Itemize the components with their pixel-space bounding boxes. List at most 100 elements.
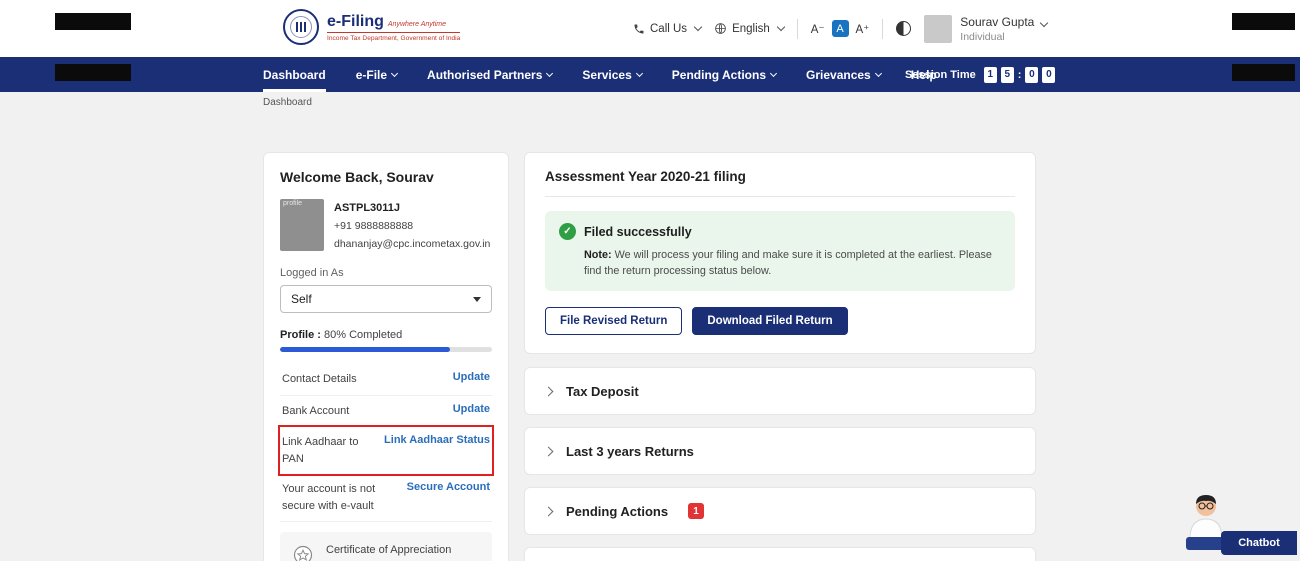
row-label: Bank Account bbox=[282, 403, 349, 420]
accordion-pending-actions[interactable]: Pending Actions 1 bbox=[524, 487, 1036, 535]
chatbot-button[interactable]: Chatbot bbox=[1221, 531, 1297, 555]
chevron-right-icon bbox=[544, 506, 554, 516]
row-label: Link Aadhaar to PAN bbox=[282, 434, 376, 467]
success-check-icon bbox=[559, 223, 576, 240]
filed-success-banner: Filed successfully Note: We will process… bbox=[545, 211, 1015, 291]
efiling-logo[interactable]: e-Filing Anywhere Anytime Income Tax Dep… bbox=[283, 9, 460, 45]
nav-dashboard[interactable]: Dashboard bbox=[263, 57, 326, 92]
logged-in-as-label: Logged in As bbox=[280, 267, 492, 279]
main-navigation: Dashboard e-File Authorised Partners Ser… bbox=[0, 57, 1300, 92]
chevron-down-icon bbox=[636, 69, 643, 76]
user-name: Sourav Gupta bbox=[960, 15, 1046, 29]
session-timer: Session Time 1 5 : 0 0 bbox=[905, 57, 1055, 92]
header-actions: Call Us English A⁻ A A⁺ Sourav Gupta bbox=[633, 0, 1047, 57]
profile-summary: profile ASTPL3011J +91 9888888888 dhanan… bbox=[280, 199, 492, 253]
file-revised-return-button[interactable]: File Revised Return bbox=[545, 307, 682, 335]
breadcrumb[interactable]: Dashboard bbox=[263, 97, 312, 108]
font-decrease-button[interactable]: A⁻ bbox=[811, 22, 825, 36]
logo-dept-line: Income Tax Department, Government of Ind… bbox=[327, 32, 460, 42]
caret-down-icon bbox=[473, 297, 481, 302]
chevron-down-icon bbox=[546, 69, 553, 76]
download-filed-return-button[interactable]: Download Filed Return bbox=[692, 307, 847, 335]
secure-account-link[interactable]: Secure Account bbox=[407, 481, 490, 493]
efiling-dashboard-page: e-Filing Anywhere Anytime Income Tax Dep… bbox=[0, 0, 1300, 561]
selected-role: Self bbox=[291, 292, 312, 306]
session-digit: 0 bbox=[1025, 67, 1038, 83]
contrast-toggle-icon[interactable] bbox=[896, 21, 911, 36]
logo-tagline: Anywhere Anytime bbox=[388, 21, 446, 28]
row-label: Contact Details bbox=[282, 371, 357, 388]
certificate-title: Certificate of Appreciation bbox=[326, 542, 451, 559]
phone-icon bbox=[633, 23, 645, 35]
filing-card-title: Assessment Year 2020-21 filing bbox=[545, 169, 1015, 197]
profile-progress-bar bbox=[280, 347, 492, 352]
filing-note: Note: We will process your filing and ma… bbox=[559, 247, 1001, 279]
chevron-down-icon bbox=[770, 69, 777, 76]
chatbot-widget: Chatbot bbox=[1177, 489, 1297, 555]
contact-details-row: Contact Details Update bbox=[280, 364, 492, 396]
top-header: e-Filing Anywhere Anytime Income Tax Dep… bbox=[0, 0, 1300, 57]
row-label: Your account is not secure with e-vault bbox=[282, 481, 397, 514]
session-digit: 1 bbox=[984, 67, 997, 83]
award-rosette-icon bbox=[290, 544, 316, 561]
certificate-section: Certificate of Appreciation View Certifi… bbox=[280, 532, 492, 561]
divider bbox=[797, 19, 798, 39]
session-digit: 0 bbox=[1042, 67, 1055, 83]
redacted-bar-top-right bbox=[1232, 13, 1295, 30]
redacted-bar-nav-left bbox=[55, 64, 131, 81]
evault-row: Your account is not secure with e-vault … bbox=[280, 474, 492, 522]
user-avatar bbox=[924, 15, 952, 43]
font-size-controls: A⁻ A A⁺ bbox=[811, 20, 870, 37]
chevron-down-icon bbox=[391, 69, 398, 76]
nav-authorised-partners[interactable]: Authorised Partners bbox=[427, 57, 552, 92]
globe-icon bbox=[714, 22, 727, 35]
nav-services[interactable]: Services bbox=[582, 57, 641, 92]
profile-completion-label: Profile : 80% Completed bbox=[280, 329, 492, 341]
link-aadhaar-row: Link Aadhaar to PAN Link Aadhaar Status bbox=[280, 427, 492, 474]
redacted-bar-nav-right bbox=[1232, 64, 1295, 81]
chevron-down-icon bbox=[1039, 18, 1047, 26]
chevron-right-icon bbox=[544, 446, 554, 456]
chevron-down-icon bbox=[875, 69, 882, 76]
filed-status-title: Filed successfully bbox=[584, 225, 692, 239]
income-tax-emblem-icon bbox=[283, 9, 319, 45]
font-normal-button[interactable]: A bbox=[832, 20, 849, 37]
user-role: Individual bbox=[960, 31, 1046, 43]
session-digit: 5 bbox=[1001, 67, 1014, 83]
logo-brand: e-Filing bbox=[327, 13, 384, 31]
pending-actions-count-badge: 1 bbox=[688, 503, 704, 519]
email-address: dhananjay@cpc.incometax.gov.in bbox=[334, 236, 490, 254]
pan-number: ASTPL3011J bbox=[334, 199, 490, 218]
nav-pending-actions[interactable]: Pending Actions bbox=[672, 57, 776, 92]
redacted-bar-top-left bbox=[55, 13, 131, 30]
update-bank-link[interactable]: Update bbox=[453, 403, 490, 415]
update-contact-link[interactable]: Update bbox=[453, 371, 490, 383]
phone-number: +91 9888888888 bbox=[334, 218, 490, 236]
call-us-menu[interactable]: Call Us bbox=[633, 23, 701, 35]
language-menu[interactable]: English bbox=[714, 22, 784, 35]
link-aadhaar-status-link[interactable]: Link Aadhaar Status bbox=[384, 434, 490, 446]
link-aadhaar-highlight-annotation: Link Aadhaar to PAN Link Aadhaar Status bbox=[280, 427, 492, 474]
bank-account-row: Bank Account Update bbox=[280, 396, 492, 428]
session-colon: : bbox=[1018, 69, 1022, 81]
profile-progress-fill bbox=[280, 347, 450, 352]
main-content-column: Assessment Year 2020-21 filing Filed suc… bbox=[524, 152, 1036, 561]
profile-card: Welcome Back, Sourav profile ASTPL3011J … bbox=[263, 152, 509, 561]
accordion-last-3-years-returns[interactable]: Last 3 years Returns bbox=[524, 427, 1036, 475]
language-label: English bbox=[732, 23, 770, 35]
font-increase-button[interactable]: A⁺ bbox=[856, 22, 870, 36]
logo-text: e-Filing Anywhere Anytime Income Tax Dep… bbox=[327, 13, 460, 42]
accordion-tax-deposit[interactable]: Tax Deposit bbox=[524, 367, 1036, 415]
note-label: Note: bbox=[584, 249, 612, 261]
note-text: We will process your filing and make sur… bbox=[584, 249, 992, 277]
nav-grievances[interactable]: Grievances bbox=[806, 57, 881, 92]
filing-actions: File Revised Return Download Filed Retur… bbox=[545, 307, 1015, 335]
session-timer-label: Session Time bbox=[905, 69, 976, 81]
welcome-heading: Welcome Back, Sourav bbox=[280, 169, 492, 185]
assessment-filing-card: Assessment Year 2020-21 filing Filed suc… bbox=[524, 152, 1036, 354]
user-menu[interactable]: Sourav Gupta Individual bbox=[924, 15, 1046, 43]
chevron-down-icon bbox=[694, 23, 702, 31]
nav-efile[interactable]: e-File bbox=[356, 57, 397, 92]
logged-in-as-select[interactable]: Self bbox=[280, 285, 492, 313]
accordion-recent-forms-filed[interactable]: Recent Forms Filed bbox=[524, 547, 1036, 561]
